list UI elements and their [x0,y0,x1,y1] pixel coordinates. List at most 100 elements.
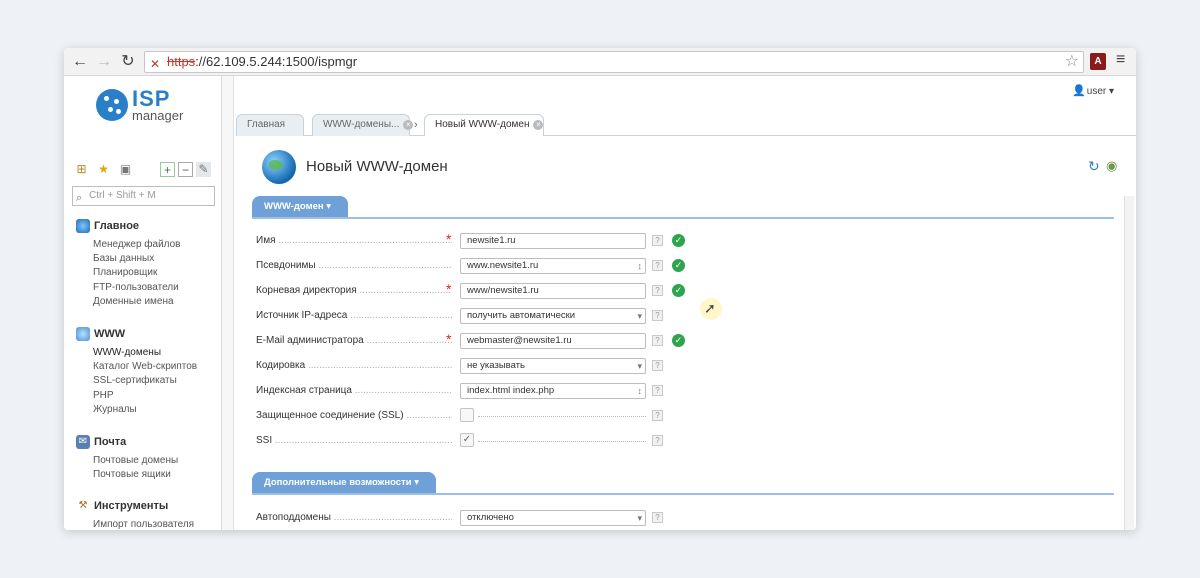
sidebar-toolbar: ⊞ ★ ▣ + − ✎ [74,162,214,180]
sidebar-item-php[interactable]: PHP [93,389,197,403]
ispmanager-logo[interactable]: ISP manager [96,86,206,123]
logo-subtitle: manager [132,108,184,123]
help-globe-icon[interactable]: ◉ [1106,158,1117,174]
sidebar-item-domain-names[interactable]: Доменные имена [93,295,181,309]
aliases-input[interactable]: www.newsite1.ru [460,258,646,274]
forward-arrow-icon[interactable]: → [94,52,114,72]
content-scrollbar[interactable] [1124,196,1134,530]
url-host: ://62.109.5.244:1500/ispmgr [195,54,358,69]
globe-icon [262,150,296,184]
sidebar-item-databases[interactable]: Базы данных [93,252,181,266]
tab-www-domains[interactable]: WWW-домены... × [312,114,414,136]
sidebar-section-title[interactable]: ⚒ Инструменты [76,498,169,514]
user-icon: 👤 [1072,85,1086,97]
field-label: Корневая директория [256,283,452,299]
sidebar-item-scheduler[interactable]: Планировщик [93,266,181,280]
sidebar-item-web-scripts[interactable]: Каталог Web-скриптов [93,360,197,374]
field-label: Имя [256,233,452,249]
field-label: Псевдонимы [256,258,452,274]
browser-toolbar: ← → ↻ ✕ https://62.109.5.244:1500/ispmgr… [64,48,1136,76]
sidebar-item-www-domains[interactable]: WWW-домены [93,346,197,360]
check-ok-icon: ✓ [672,234,685,247]
field-label: E-Mail администратора [256,333,452,349]
logo-mark-icon [96,89,128,121]
autosubdomains-select[interactable]: отключено [460,510,646,526]
briefcase-icon[interactable]: ▣ [118,162,133,177]
search-placeholder: Ctrl + Shift + M [89,190,156,201]
help-icon[interactable]: ? [652,310,663,321]
form-row-name: Имя * newsite1.ru ? ✓ [256,231,696,249]
help-icon[interactable]: ? [652,335,663,346]
sidebar-item-mailboxes[interactable]: Почтовые ящики [93,468,178,482]
sidebar-item-ftp-users[interactable]: FTP-пользователи [93,281,181,295]
tab-home[interactable]: Главная [236,114,304,136]
help-icon[interactable]: ? [652,285,663,296]
chevron-right-icon: › [414,119,418,131]
pdf-extension-icon[interactable]: A [1090,53,1106,70]
ssl-checkbox[interactable] [460,408,474,422]
back-arrow-icon[interactable]: ← [70,52,90,72]
help-icon[interactable]: ? [652,435,663,446]
sidebar-section-title[interactable]: Главное [76,218,139,234]
sidebar-item-import-user[interactable]: Импорт пользователя [93,518,194,530]
sidebar-section-title[interactable]: WWW [76,326,125,342]
group-divider [252,217,1114,219]
close-icon[interactable]: × [403,120,414,130]
main-content: Новый WWW-домен ↻ ◉ WWW-домен ▾ Имя * ne… [236,136,1124,530]
tools-icon: ⚒ [78,500,88,511]
dotted-leader [478,441,646,442]
field-label: Защищенное соединение (SSL) [256,408,452,424]
address-bar[interactable]: ✕ https://62.109.5.244:1500/ispmgr ☆ [144,51,1084,73]
mouse-cursor-icon: ➚ [704,300,716,316]
collapse-all-icon[interactable]: − [178,162,193,177]
field-label: Источник IP-адреса [256,308,452,324]
search-icon: ⌕ [76,192,83,204]
check-ok-icon: ✓ [672,259,685,272]
help-icon[interactable]: ? [652,260,663,271]
close-icon[interactable]: × [533,120,544,130]
expand-all-icon[interactable]: + [160,162,175,177]
group-tab-www-domain[interactable]: WWW-домен ▾ [252,196,348,218]
www-globe-icon [76,327,90,341]
help-icon[interactable]: ? [652,410,663,421]
sidebar-section-title[interactable]: ✉ Почта [76,434,126,450]
bookmark-star-icon[interactable]: ☆ [1065,52,1079,72]
field-label: Индексная страница [256,383,452,399]
sidebar-item-file-manager[interactable]: Менеджер файлов [93,238,181,252]
pin-icon[interactable]: ✎ [196,162,211,177]
sidebar: ISP manager ⊞ ★ ▣ + − ✎ ⌕ Ctrl + Shift +… [64,76,222,530]
favorites-star-icon[interactable]: ★ [96,162,111,177]
name-input[interactable]: newsite1.ru [460,233,646,249]
ssi-checkbox[interactable]: ✓ [460,433,474,447]
required-marker: * [446,231,452,247]
tab-bar: Главная WWW-домены... × › Новый WWW-домен… [236,114,1136,137]
check-ok-icon: ✓ [672,284,685,297]
browser-menu-icon[interactable]: ≡ [1116,51,1125,69]
tree-icon[interactable]: ⊞ [74,162,89,177]
url-protocol: https [167,54,196,69]
sidebar-item-mail-domains[interactable]: Почтовые домены [93,454,178,468]
page-title: Новый WWW-домен [306,158,448,175]
menu-search-input[interactable]: ⌕ Ctrl + Shift + M [72,186,215,206]
reload-icon[interactable]: ↻ [118,52,138,72]
insecure-lock-icon: ✕ [150,57,161,71]
help-icon[interactable]: ? [652,360,663,371]
help-icon[interactable]: ? [652,512,663,523]
sidebar-item-ssl-certs[interactable]: SSL-сертификаты [93,374,197,388]
admin-email-input[interactable]: webmaster@newsite1.ru [460,333,646,349]
form-row-admin-email: E-Mail администратора * webmaster@newsit… [256,331,696,349]
help-icon[interactable]: ? [652,385,663,396]
encoding-select[interactable]: не указывать [460,358,646,374]
form-row-root-dir: Корневая директория * www/newsite1.ru ? … [256,281,696,299]
index-page-input[interactable]: index.html index.php [460,383,646,399]
ip-source-select[interactable]: получить автоматически [460,308,646,324]
sidebar-item-logs[interactable]: Журналы [93,403,197,417]
root-dir-input[interactable]: www/newsite1.ru [460,283,646,299]
sidebar-resize-handle[interactable] [222,76,234,530]
group-tab-extra-features[interactable]: Дополнительные возможности ▾ [252,472,436,494]
tab-new-www-domain[interactable]: Новый WWW-домен × [424,114,544,137]
user-menu[interactable]: 👤 user ▾ [1072,84,1114,97]
refresh-icon[interactable]: ↻ [1088,158,1100,175]
field-label: Кодировка [256,358,452,374]
help-icon[interactable]: ? [652,235,663,246]
